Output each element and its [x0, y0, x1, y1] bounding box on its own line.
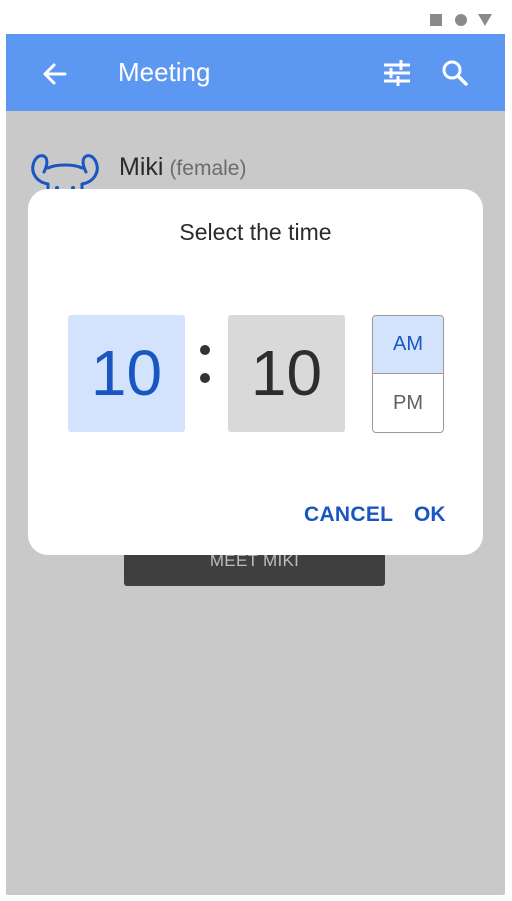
triangle-icon [478, 14, 492, 26]
app-bar: Meeting [6, 34, 505, 111]
filter-button[interactable] [380, 56, 414, 90]
am-pm-toggle: AM PM [372, 315, 444, 433]
hour-field[interactable]: 10 [68, 315, 185, 432]
pm-option[interactable]: PM [373, 374, 443, 432]
dialog-title: Select the time [179, 219, 332, 245]
am-option[interactable]: AM [373, 316, 443, 374]
search-icon [442, 60, 468, 86]
minute-field[interactable]: 10 [228, 315, 345, 432]
time-picker-dialog: Select the time 10 10 AM PM CANCEL OK [28, 189, 483, 555]
app-screen: Meeting Miki (female) MEET MIKI Select t… [6, 6, 505, 895]
profile-gender: (female) [169, 157, 247, 180]
time-separator [192, 335, 218, 395]
sliders-icon [384, 60, 410, 86]
page-title: Meeting [118, 57, 211, 87]
circle-icon [455, 14, 467, 26]
ok-button[interactable]: OK [414, 503, 446, 527]
cancel-button[interactable]: CANCEL [304, 503, 393, 527]
profile-name: Miki [119, 153, 164, 181]
square-icon [430, 14, 442, 26]
status-bar [6, 6, 505, 34]
back-button[interactable] [36, 56, 72, 92]
arrow-left-icon [43, 63, 67, 85]
search-button[interactable] [438, 56, 472, 90]
profile-name-row: Miki (female) [119, 151, 246, 185]
